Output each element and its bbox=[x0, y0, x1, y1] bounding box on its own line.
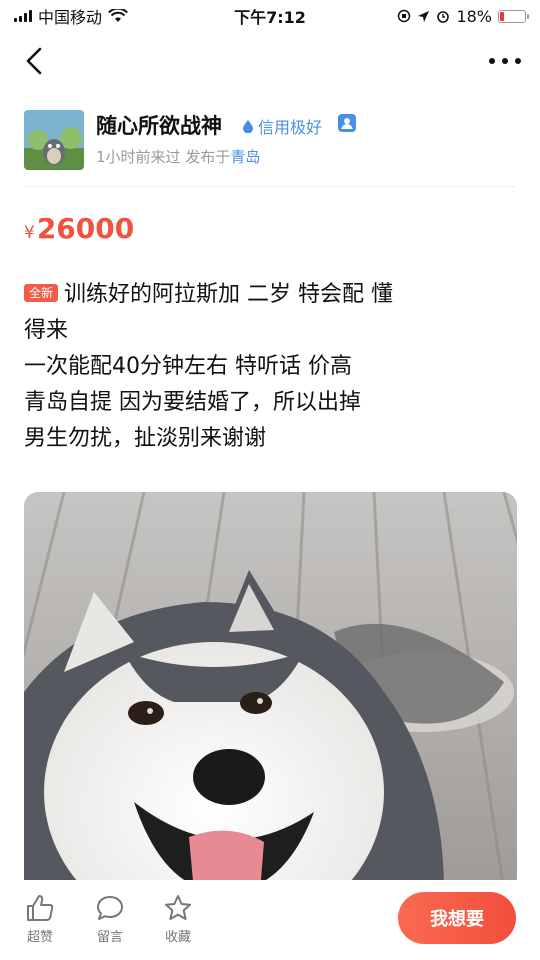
alarm-icon bbox=[437, 11, 450, 23]
credit-drop-icon bbox=[243, 120, 253, 133]
star-icon bbox=[165, 895, 191, 920]
back-icon[interactable] bbox=[20, 46, 50, 76]
credit-badge[interactable]: 信用极好 bbox=[242, 114, 322, 138]
comment-label: 留言 bbox=[96, 930, 123, 945]
status-bar: 中国移动 下午7:12 18% bbox=[0, 0, 540, 32]
favorite-action[interactable]: 收藏 bbox=[158, 894, 198, 945]
like-label: 超赞 bbox=[26, 930, 53, 945]
verified-icon[interactable] bbox=[338, 114, 356, 132]
status-left: 中国移动 bbox=[14, 4, 128, 28]
favorite-label: 收藏 bbox=[164, 930, 191, 945]
battery-icon bbox=[498, 9, 529, 23]
bottom-bar: 超赞 留言 收藏 我想要 bbox=[0, 880, 540, 960]
desc-line-1-text: 训练好的阿拉斯加 二岁 特会配 懂 bbox=[64, 282, 393, 307]
divider bbox=[24, 186, 516, 187]
comment-bubble-icon bbox=[97, 896, 123, 920]
seller-name[interactable]: 随心所欲战神 bbox=[96, 110, 222, 140]
avatar[interactable] bbox=[24, 110, 84, 170]
new-badge: 全新 bbox=[24, 284, 59, 302]
carrier-label: 中国移动 bbox=[38, 8, 103, 27]
seller-location-link[interactable]: 青岛 bbox=[230, 148, 260, 166]
more-icon[interactable] bbox=[488, 56, 522, 66]
orientation-lock-icon bbox=[398, 9, 411, 23]
seller-info[interactable]: 随心所欲战神 信用极好 1小时前来过 发布于青岛 bbox=[24, 108, 516, 184]
status-right: 18% bbox=[397, 6, 529, 26]
wifi-icon bbox=[108, 9, 128, 22]
like-action[interactable]: 超赞 bbox=[20, 894, 60, 945]
price: ¥26000 bbox=[24, 212, 134, 245]
battery-fill bbox=[500, 11, 504, 21]
nav-bar bbox=[0, 32, 540, 94]
desc-line-5: 男生勿扰，扯淡别来谢谢 bbox=[24, 426, 267, 451]
listing-description: 全新 训练好的阿拉斯加 二岁 特会配 懂 得来 一次能配40分钟左右 特听话 价高… bbox=[24, 277, 494, 457]
seller-meta-text: 1小时前来过 发布于 bbox=[96, 148, 231, 166]
signal-icon bbox=[14, 10, 32, 22]
status-time: 下午7:12 bbox=[234, 8, 306, 27]
seller-meta: 1小时前来过 发布于青岛 bbox=[96, 146, 260, 167]
want-button[interactable]: 我想要 bbox=[398, 892, 516, 944]
desc-line-4: 青岛自提 因为要结婚了，所以出掉 bbox=[24, 390, 361, 415]
desc-line-2: 得来 bbox=[24, 318, 69, 343]
credit-label: 信用极好 bbox=[258, 118, 323, 137]
comment-action[interactable]: 留言 bbox=[90, 894, 130, 945]
battery-percent: 18% bbox=[456, 6, 492, 26]
listing-photo[interactable] bbox=[24, 492, 517, 892]
price-symbol: ¥ bbox=[24, 223, 35, 243]
desc-line-3: 一次能配40分钟左右 特听话 价高 bbox=[24, 354, 352, 379]
thumbs-up-icon bbox=[27, 895, 54, 921]
desc-line-1: 全新 训练好的阿拉斯加 二岁 特会配 懂 bbox=[24, 277, 494, 313]
price-value: 26000 bbox=[36, 212, 135, 245]
location-arrow-icon bbox=[418, 10, 430, 22]
